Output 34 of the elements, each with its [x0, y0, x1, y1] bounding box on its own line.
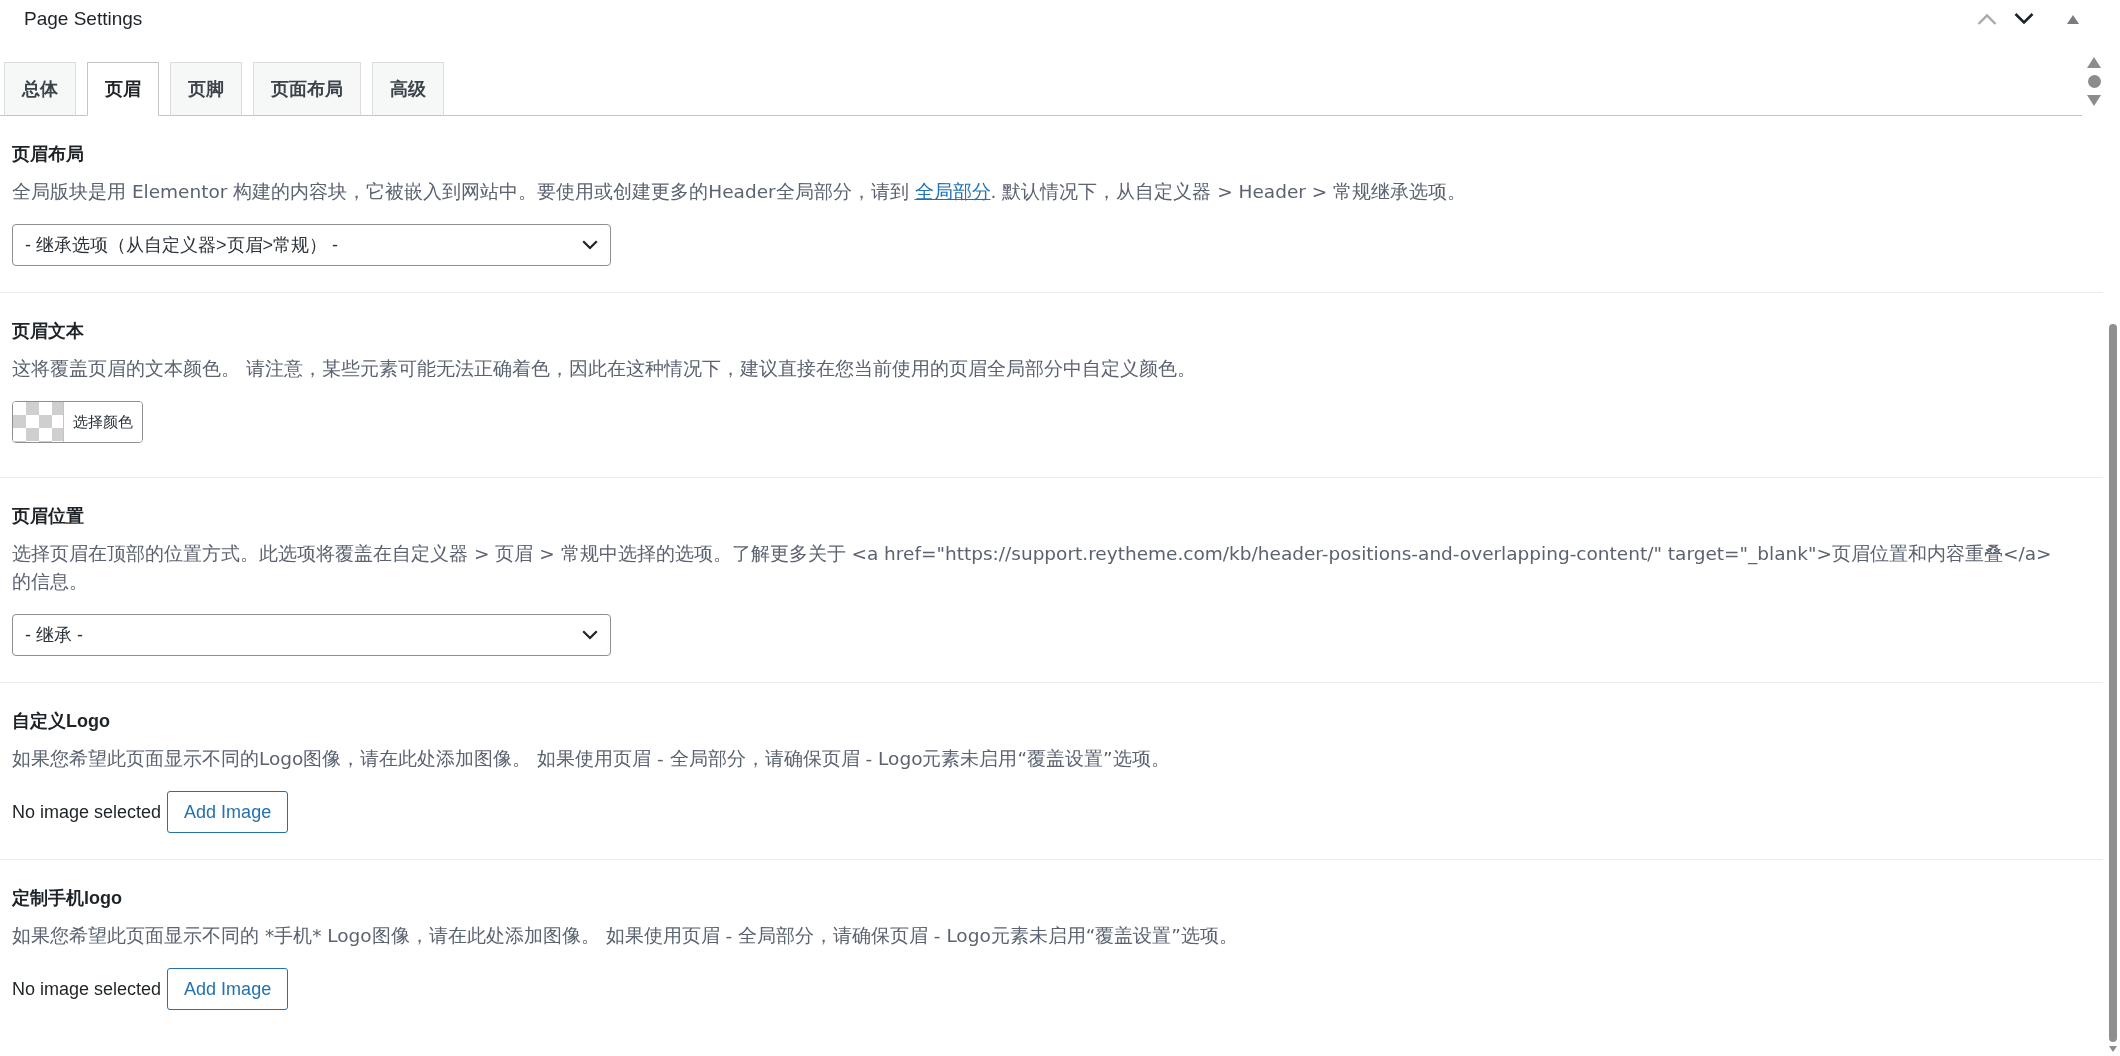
- field-description: 选择页眉在顶部的位置方式。此选项将覆盖在自定义器 > 页眉 > 常规中选择的选项。了解更多关于 <a href="https://support.reytheme.com/kb/header-positions-and-overlapping-content/" target="_blank">页眉位置和内容重叠</a> 的信息。: [12, 542, 2053, 594]
- tab[interactable]: 页眉: [87, 62, 159, 116]
- field-label: 页眉布局: [12, 143, 85, 166]
- no-image-text: No image selected: [12, 801, 162, 823]
- chevron-down-icon: [582, 240, 598, 250]
- tab[interactable]: 页面布局: [253, 62, 361, 116]
- field-description: 如果您希望此页面显示不同的 *手机* Logo图像，请在此处添加图像。 如果使用页眉 - 全局部分，请确保页眉 - Logo元素未启用“覆盖设置”选项。: [12, 924, 1239, 948]
- panel-title: Page Settings: [24, 8, 143, 30]
- field-label: 自定义Logo: [12, 710, 111, 733]
- tab[interactable]: 总体: [4, 62, 76, 116]
- scroll-down-icon[interactable]: [2087, 95, 2101, 106]
- field-description: 这将覆盖页眉的文本颜色。 请注意，某些元素可能无法正确着色，因此在这种情况下，建议直接在您当前使用的页眉全局部分中自定义颜色。: [12, 357, 1197, 381]
- field-label: 定制手机logo: [12, 887, 123, 910]
- collapse-triangle-icon[interactable]: [2067, 14, 2079, 24]
- scroll-down-icon[interactable]: [2109, 1046, 2117, 1052]
- transparent-swatch-icon: [13, 402, 64, 442]
- field-description: 如果您希望此页面显示不同的Logo图像，请在此处添加图像。 如果使用页眉 - 全局部分，请确保页眉 - Logo元素未启用“覆盖设置”选项。: [12, 747, 1171, 771]
- tab[interactable]: 页脚: [170, 62, 242, 116]
- field-description: 全局版块是用 Elementor 构建的内容块，它被嵌入到网站中。要使用或创建更多的Header全局部分，请到 全局部分. 默认情况下，从自定义器 > Header > 常规继承选项。: [12, 180, 1468, 204]
- select-field[interactable]: - 继承 -: [12, 614, 611, 656]
- field-label: 页眉位置: [12, 505, 85, 528]
- scrollbar-thumb[interactable]: [2109, 324, 2117, 1042]
- field-label: 页眉文本: [12, 320, 85, 343]
- chevron-down-icon[interactable]: [2014, 13, 2034, 25]
- scroll-up-icon[interactable]: [2087, 57, 2101, 68]
- chevron-down-icon: [582, 630, 598, 640]
- select-field[interactable]: - 继承选项（从自定义器>页眉>常规） -: [12, 224, 611, 266]
- dot-icon[interactable]: [2087, 75, 2101, 88]
- tab[interactable]: 高级: [372, 62, 444, 116]
- add-image-button[interactable]: Add Image: [167, 968, 289, 1010]
- add-image-button[interactable]: Add Image: [167, 791, 289, 833]
- link[interactable]: 全局部分: [914, 181, 991, 202]
- color-picker-button[interactable]: 选择颜色: [12, 401, 143, 443]
- no-image-text: No image selected: [12, 978, 162, 1000]
